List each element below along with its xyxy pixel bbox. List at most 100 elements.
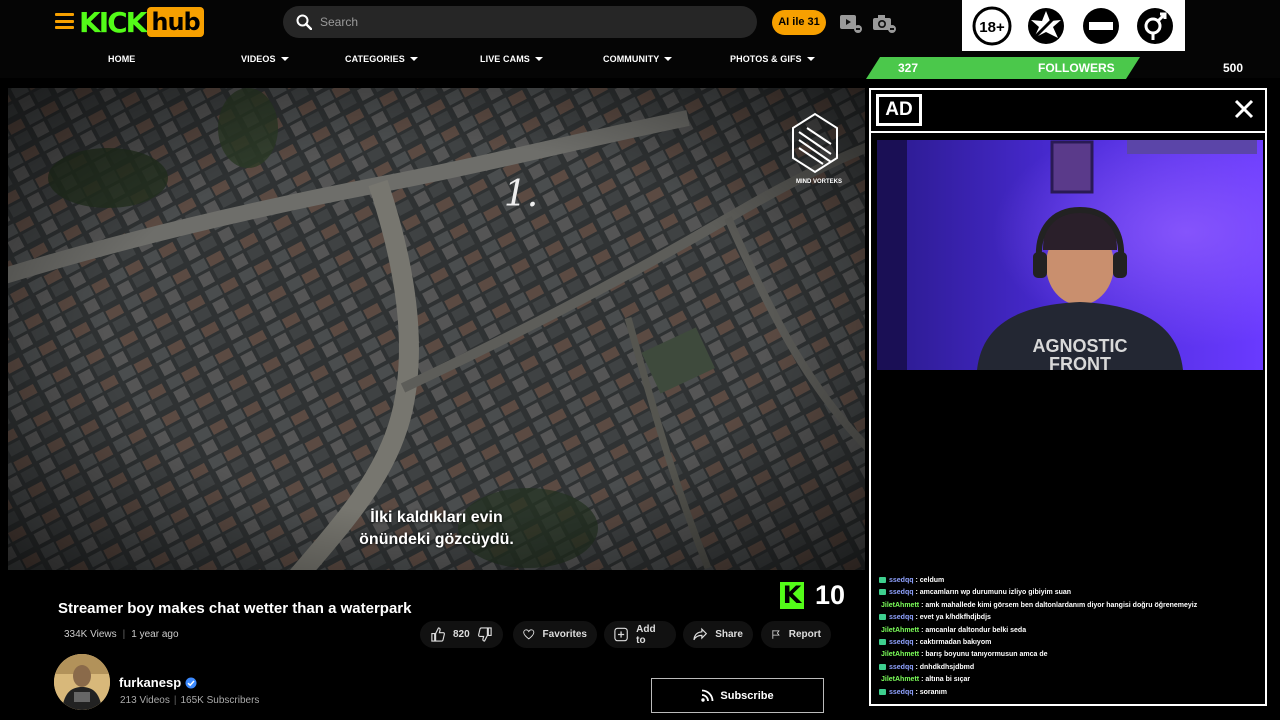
gender-symbol-icon[interactable] bbox=[1133, 4, 1177, 48]
chevron-down-icon bbox=[664, 57, 673, 61]
chat-username[interactable]: JiletAhmett bbox=[881, 627, 919, 634]
censor-star-icon[interactable] bbox=[1024, 4, 1068, 48]
view-count: 334K Views bbox=[64, 629, 117, 640]
logo-kick: KICK bbox=[79, 5, 147, 39]
nav-live-cams-label: LIVE CAMS bbox=[480, 54, 530, 64]
chat-user-icon bbox=[879, 639, 886, 646]
chat-username[interactable]: ssedqq bbox=[889, 689, 914, 696]
video-title: Streamer boy makes chat wetter than a wa… bbox=[58, 600, 412, 617]
share-button[interactable]: Share bbox=[683, 621, 753, 648]
nav-categories-label: CATEGORIES bbox=[345, 54, 405, 64]
logo-hub: hub bbox=[147, 7, 204, 37]
nav-community[interactable]: COMMUNITY bbox=[603, 54, 673, 64]
video-camera-icon[interactable] bbox=[839, 12, 863, 34]
chat-message: ssedqq : dnhdkdhsjdbmd bbox=[879, 662, 1259, 674]
nav-home-label: HOME bbox=[108, 54, 136, 64]
plus-square-icon bbox=[614, 627, 628, 642]
site-logo[interactable]: KICK hub bbox=[79, 5, 204, 39]
video-player[interactable]: 1. MIND VORTEKS İlki kaldıkları evin önü… bbox=[8, 88, 865, 570]
chat-log: ssedqq : celdum ssedqq : amcamların wp du… bbox=[879, 575, 1259, 699]
kick-k-icon: K bbox=[780, 582, 804, 609]
chat-username[interactable]: ssedqq bbox=[889, 664, 914, 671]
search-bar[interactable] bbox=[283, 6, 757, 38]
chat-username[interactable]: JiletAhmett bbox=[881, 651, 919, 658]
overlay-number: 1. bbox=[504, 174, 538, 215]
chat-username[interactable]: ssedqq bbox=[889, 577, 914, 584]
report-button[interactable]: Report bbox=[761, 621, 831, 648]
chat-text: : soranım bbox=[913, 688, 947, 696]
kick-score-value: 10 bbox=[815, 580, 846, 610]
shirt-text-line-1: AGNOSTIC bbox=[1032, 336, 1127, 356]
subtitle-line-1: İlki kaldıkları evin bbox=[370, 509, 503, 526]
nav-photos-gifs-label: PHOTOS & GIFS bbox=[730, 54, 802, 64]
menu-icon[interactable] bbox=[55, 13, 74, 29]
heart-icon bbox=[523, 629, 535, 640]
chat-message: ssedqq : soranım bbox=[879, 687, 1259, 699]
add-to-button[interactable]: Add to bbox=[604, 621, 676, 648]
nav-home[interactable]: HOME bbox=[108, 54, 135, 64]
ad-label: AD bbox=[876, 94, 922, 126]
share-label: Share bbox=[715, 629, 743, 640]
share-icon bbox=[693, 627, 708, 641]
followers-current: 327 bbox=[898, 61, 919, 75]
nav-videos[interactable]: VIDEOS bbox=[241, 54, 289, 64]
kick-score: K 10 bbox=[780, 580, 845, 611]
chat-username[interactable]: JiletAhmett bbox=[881, 676, 919, 683]
chat-message: ssedqq : caktırmadan bakıyom bbox=[879, 637, 1259, 649]
nav-videos-label: VIDEOS bbox=[241, 54, 276, 64]
subscribe-button[interactable]: Subscribe bbox=[651, 678, 824, 713]
chat-username[interactable]: JiletAhmett bbox=[881, 602, 919, 609]
chat-user-icon bbox=[879, 663, 886, 670]
chat-text: : barış boyunu tanıyormusun amca de bbox=[919, 651, 1048, 659]
chat-username[interactable]: ssedqq bbox=[889, 639, 914, 646]
favorites-label: Favorites bbox=[542, 629, 587, 640]
chat-message: ssedqq : celdum bbox=[879, 575, 1259, 587]
chat-message: ssedqq : evet ya k/hdkfhdjbdjs bbox=[879, 612, 1259, 624]
chat-text: : amcamların wp durumunu izliyo gibiyim … bbox=[913, 589, 1072, 597]
chat-text: : altına bi sıçar bbox=[919, 676, 971, 684]
chat-text: : celdum bbox=[913, 577, 945, 584]
followers-label: FOLLOWERS bbox=[1038, 61, 1115, 75]
chat-message: JiletAhmett : amk mahallede kimi görsem … bbox=[879, 600, 1259, 612]
chat-message: JiletAhmett : altına bi sıçar bbox=[879, 674, 1259, 686]
channel-meta: 213 Videos | 165K Subscribers bbox=[120, 695, 260, 706]
subscribe-label: Subscribe bbox=[720, 689, 774, 702]
rss-icon bbox=[701, 689, 714, 702]
nav-community-label: COMMUNITY bbox=[603, 54, 660, 64]
followers-goal-bar: 327 FOLLOWERS 500 bbox=[866, 57, 1280, 79]
chat-username[interactable]: ssedqq bbox=[889, 614, 914, 621]
ad-webcam-feed[interactable]: AGNOSTIC FRONT bbox=[877, 140, 1263, 370]
watermark-label: MIND VORTEKS bbox=[795, 179, 842, 185]
age-18-icon[interactable]: 18+ bbox=[970, 4, 1014, 48]
report-label: Report bbox=[788, 629, 821, 640]
nav-live-cams[interactable]: LIVE CAMS bbox=[480, 54, 543, 64]
no-entry-icon[interactable] bbox=[1079, 4, 1123, 48]
chevron-down-icon bbox=[280, 57, 289, 61]
chat-user-icon bbox=[879, 688, 886, 695]
ad-divider bbox=[871, 131, 1265, 133]
nav-categories[interactable]: CATEGORIES bbox=[345, 54, 418, 64]
nav-photos-gifs[interactable]: PHOTOS & GIFS bbox=[730, 54, 815, 64]
thumbs-down-icon[interactable] bbox=[477, 627, 493, 642]
thumbs-up-icon[interactable] bbox=[430, 627, 445, 642]
close-icon[interactable] bbox=[1233, 98, 1255, 120]
channel-name: furkanesp bbox=[119, 675, 182, 690]
search-icon bbox=[296, 14, 312, 30]
chat-user-icon bbox=[879, 589, 886, 596]
verified-badge-icon bbox=[185, 677, 197, 688]
favorites-button[interactable]: Favorites bbox=[513, 621, 597, 648]
channel-avatar[interactable] bbox=[54, 654, 110, 710]
photo-camera-icon[interactable] bbox=[872, 12, 896, 34]
add-to-label: Add to bbox=[636, 623, 656, 646]
chat-text: : amcanlar daltondur belki seda bbox=[919, 626, 1027, 634]
like-count: 820 bbox=[453, 629, 470, 640]
channel-video-count: 213 Videos bbox=[120, 695, 170, 706]
chevron-down-icon bbox=[409, 57, 418, 61]
channel-name-row[interactable]: furkanesp bbox=[119, 675, 197, 690]
chat-text: : dnhdkdhsjdbmd bbox=[913, 663, 975, 671]
chat-username[interactable]: ssedqq bbox=[889, 589, 914, 596]
ad-panel[interactable]: AD AGNOSTIC FRONT ssedqq: celdum ssedqq… bbox=[869, 88, 1267, 706]
ai-button[interactable]: AI ile 31 bbox=[772, 10, 826, 35]
chat-message: ssedqq : amcamların wp durumunu izliyo g… bbox=[879, 587, 1259, 599]
search-input[interactable] bbox=[320, 15, 720, 29]
